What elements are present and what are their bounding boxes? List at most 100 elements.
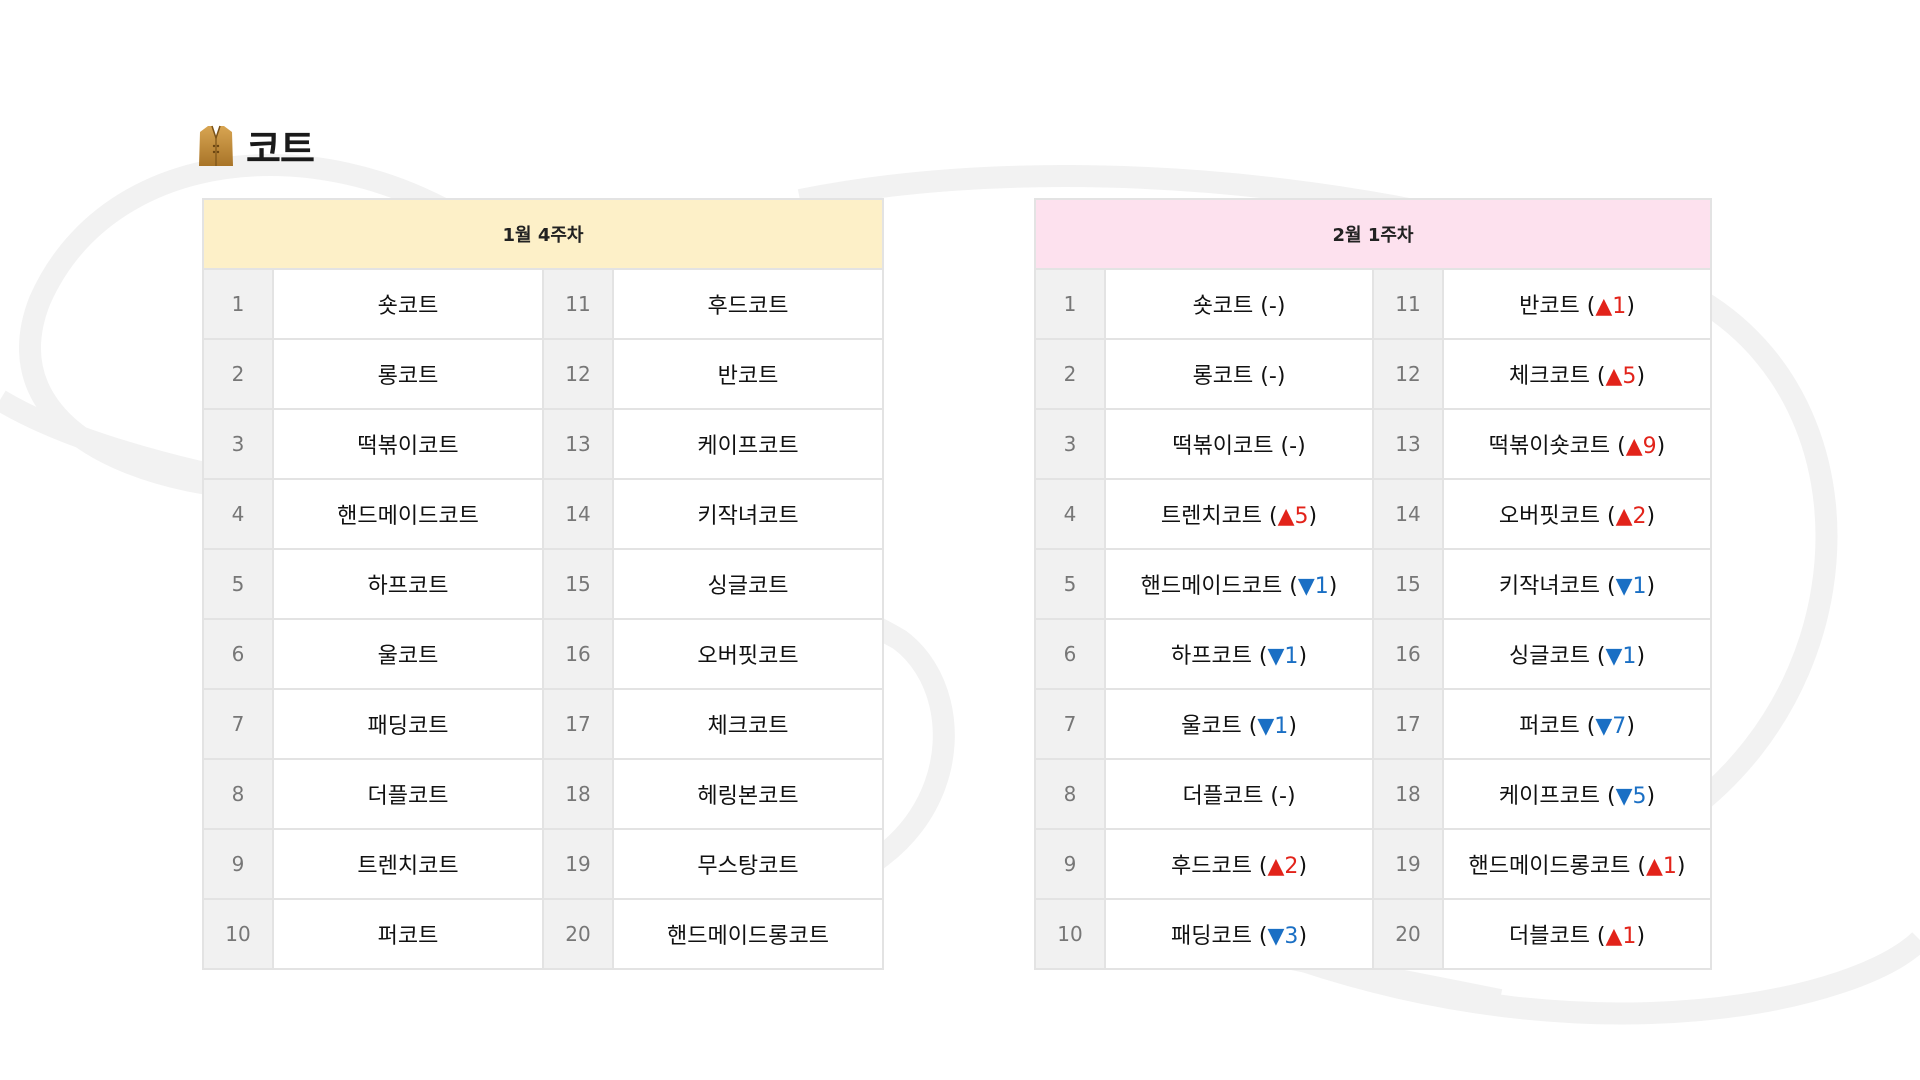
keyword-label: 숏코트 bbox=[377, 294, 439, 319]
keyword-cell: 숏코트 bbox=[272, 268, 544, 340]
keyword-label: 후드코트 bbox=[707, 294, 789, 319]
rank-change: ▼3 bbox=[1267, 924, 1299, 949]
rank-number: 20 bbox=[542, 898, 614, 970]
rank-number: 5 bbox=[202, 548, 274, 620]
keyword-cell: 롱코트 bbox=[272, 338, 544, 410]
rank-number: 2 bbox=[1034, 338, 1106, 410]
rank-change: ▲5 bbox=[1605, 364, 1637, 389]
keyword-label: 키작녀코트 bbox=[1498, 574, 1601, 599]
keyword-cell: 반코트 bbox=[612, 338, 884, 410]
keyword-cell: 롱코트 (-) bbox=[1104, 338, 1374, 410]
keyword-cell: 체크코트 bbox=[612, 688, 884, 760]
keyword-cell: 더블코트 (▲1) bbox=[1442, 898, 1712, 970]
keyword-cell: 울코트 bbox=[272, 618, 544, 690]
keyword-cell: 트렌치코트 bbox=[272, 828, 544, 900]
keyword-label: 싱글코트 bbox=[707, 574, 789, 599]
coat-icon bbox=[198, 124, 234, 168]
rank-number: 19 bbox=[542, 828, 614, 900]
keyword-cell: 케이프코트 bbox=[612, 408, 884, 480]
table-row: 2 롱코트 (-) 12 체크코트 (▲5) bbox=[1034, 338, 1712, 410]
keyword-label: 키작녀코트 bbox=[697, 504, 799, 529]
keyword-cell: 핸드메이드롱코트 bbox=[612, 898, 884, 970]
keyword-cell: 후드코트 bbox=[612, 268, 884, 340]
keyword-label: 떡볶이코트 bbox=[357, 434, 459, 459]
keyword-label: 오버핏코트 bbox=[697, 644, 799, 669]
keyword-label: 후드코트 bbox=[1170, 854, 1252, 879]
ranking-table-week-current: 2월 1주차 1 숏코트 (-) 11 반코트 (▲1) 2 롱코트 (-) 12 체크코트 … bbox=[1034, 198, 1712, 970]
rank-number: 17 bbox=[1372, 688, 1444, 760]
keyword-cell: 떡볶이코트 (-) bbox=[1104, 408, 1374, 480]
keyword-cell: 반코트 (▲1) bbox=[1442, 268, 1712, 340]
keyword-cell: 핸드메이드코트 (▼1) bbox=[1104, 548, 1374, 620]
keyword-label: 더블코트 bbox=[1508, 924, 1590, 949]
ranking-table-week-prev: 1월 4주차 1 숏코트 11 후드코트 2 롱코트 12 반코트 3 떡볶이코트 13 케이프코트 4… bbox=[202, 198, 884, 970]
keyword-cell: 핸드메이드코트 bbox=[272, 478, 544, 550]
rank-number: 18 bbox=[542, 758, 614, 830]
rank-number: 11 bbox=[542, 268, 614, 340]
table-row: 1 숏코트 11 후드코트 bbox=[202, 268, 884, 340]
keyword-cell: 패딩코트 bbox=[272, 688, 544, 760]
rank-number: 14 bbox=[1372, 478, 1444, 550]
rank-change: - bbox=[1268, 294, 1277, 319]
rank-number: 13 bbox=[1372, 408, 1444, 480]
rank-number: 6 bbox=[1034, 618, 1106, 690]
rank-number: 9 bbox=[202, 828, 274, 900]
keyword-cell: 후드코트 (▲2) bbox=[1104, 828, 1374, 900]
rank-change: ▼5 bbox=[1615, 784, 1647, 809]
rank-change: ▼1 bbox=[1257, 714, 1289, 739]
table-row: 7 패딩코트 17 체크코트 bbox=[202, 688, 884, 760]
table-header: 2월 1주차 bbox=[1034, 198, 1712, 270]
page-title: 코트 bbox=[246, 127, 315, 171]
rank-number: 15 bbox=[542, 548, 614, 620]
rank-change: ▼1 bbox=[1605, 644, 1637, 669]
keyword-label: 떡볶이숏코트 bbox=[1488, 434, 1611, 459]
rank-number: 3 bbox=[1034, 408, 1106, 480]
rank-change: ▲9 bbox=[1625, 434, 1657, 459]
keyword-label: 케이프코트 bbox=[697, 434, 799, 459]
rank-number: 10 bbox=[1034, 898, 1106, 970]
table-row: 6 울코트 16 오버핏코트 bbox=[202, 618, 884, 690]
table-row: 7 울코트 (▼1) 17 퍼코트 (▼7) bbox=[1034, 688, 1712, 760]
rank-number: 16 bbox=[1372, 618, 1444, 690]
table-row: 4 핸드메이드코트 14 키작녀코트 bbox=[202, 478, 884, 550]
rank-change: ▼1 bbox=[1297, 574, 1329, 599]
keyword-cell: 오버핏코트 (▲2) bbox=[1442, 478, 1712, 550]
rank-change: ▲2 bbox=[1615, 504, 1647, 529]
rank-number: 16 bbox=[542, 618, 614, 690]
rank-number: 7 bbox=[1034, 688, 1106, 760]
rank-number: 1 bbox=[1034, 268, 1106, 340]
keyword-label: 헤링본코트 bbox=[697, 784, 799, 809]
keyword-cell: 트렌치코트 (▲5) bbox=[1104, 478, 1374, 550]
rank-number: 3 bbox=[202, 408, 274, 480]
keyword-cell: 숏코트 (-) bbox=[1104, 268, 1374, 340]
keyword-cell: 울코트 (▼1) bbox=[1104, 688, 1374, 760]
keyword-label: 오버핏코트 bbox=[1498, 504, 1601, 529]
rank-number: 9 bbox=[1034, 828, 1106, 900]
rank-number: 14 bbox=[542, 478, 614, 550]
rank-change: ▼1 bbox=[1267, 644, 1299, 669]
table-row: 4 트렌치코트 (▲5) 14 오버핏코트 (▲2) bbox=[1034, 478, 1712, 550]
rank-number: 12 bbox=[1372, 338, 1444, 410]
keyword-label: 트렌치코트 bbox=[357, 854, 459, 879]
keyword-label: 무스탕코트 bbox=[697, 854, 799, 879]
rank-change: ▲1 bbox=[1595, 294, 1627, 319]
keyword-label: 케이프코트 bbox=[1498, 784, 1601, 809]
table-row: 8 더플코트 18 헤링본코트 bbox=[202, 758, 884, 830]
rank-number: 4 bbox=[1034, 478, 1106, 550]
keyword-cell: 떡볶이코트 bbox=[272, 408, 544, 480]
keyword-label: 롱코트 bbox=[377, 364, 439, 389]
rank-number: 5 bbox=[1034, 548, 1106, 620]
table-row: 9 후드코트 (▲2) 19 핸드메이드롱코트 (▲1) bbox=[1034, 828, 1712, 900]
keyword-label: 더플코트 bbox=[1182, 784, 1264, 809]
keyword-label: 패딩코트 bbox=[1170, 924, 1252, 949]
keyword-label: 떡볶이코트 bbox=[1172, 434, 1274, 459]
rank-change: ▲5 bbox=[1277, 504, 1309, 529]
rank-number: 12 bbox=[542, 338, 614, 410]
keyword-label: 롱코트 bbox=[1192, 364, 1254, 389]
rank-number: 20 bbox=[1372, 898, 1444, 970]
table-row: 1 숏코트 (-) 11 반코트 (▲1) bbox=[1034, 268, 1712, 340]
rank-number: 18 bbox=[1372, 758, 1444, 830]
table-header: 1월 4주차 bbox=[202, 198, 884, 270]
table-row: 3 떡볶이코트 (-) 13 떡볶이숏코트 (▲9) bbox=[1034, 408, 1712, 480]
keyword-label: 싱글코트 bbox=[1508, 644, 1590, 669]
